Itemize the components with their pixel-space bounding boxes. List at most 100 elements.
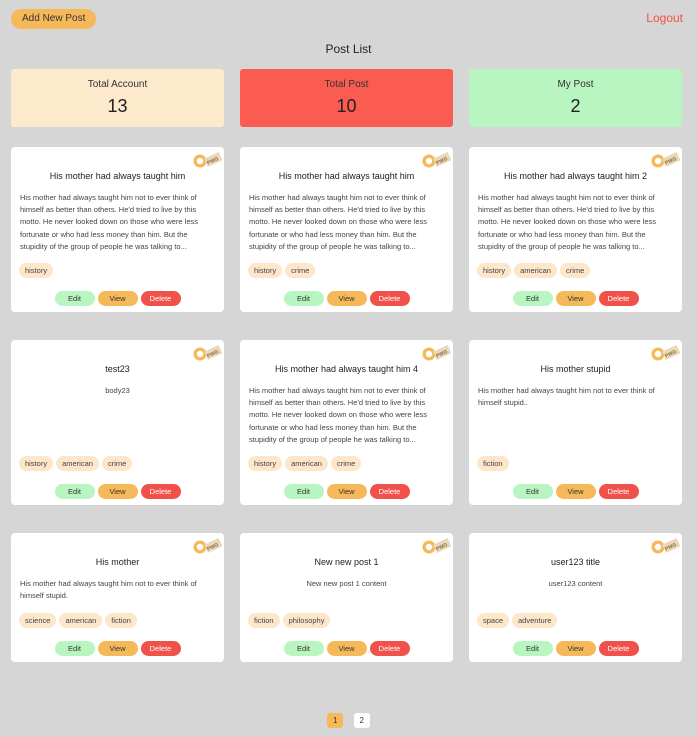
post-card: PWG user123 title user123 content space adve… xyxy=(469,533,682,662)
edit-button[interactable]: Edit xyxy=(512,291,553,306)
edit-button[interactable]: Edit xyxy=(283,641,324,656)
post-card: PWG His mother stupid His mother had alway… xyxy=(469,340,682,505)
view-button[interactable]: View xyxy=(97,484,138,499)
delete-button[interactable]: Delete xyxy=(598,641,639,656)
tag-list: science american fiction xyxy=(19,610,140,628)
view-button[interactable]: View xyxy=(326,291,367,306)
edit-button[interactable]: Edit xyxy=(512,641,553,656)
edit-button[interactable]: Edit xyxy=(54,484,95,499)
tag-chip[interactable]: american xyxy=(56,456,99,471)
tag-chip[interactable]: fiction xyxy=(105,613,137,628)
edit-button[interactable]: Edit xyxy=(54,291,95,306)
post-body: His mother had always taught him not to … xyxy=(249,386,428,444)
tag-chip[interactable]: history xyxy=(248,263,283,278)
page-button-2[interactable]: 2 xyxy=(353,713,370,728)
edit-button[interactable]: Edit xyxy=(512,484,553,499)
delete-button[interactable]: Delete xyxy=(140,641,181,656)
post-title: His mother stupid xyxy=(540,364,611,374)
post-title: His mother xyxy=(95,557,140,567)
tag-chip[interactable]: american xyxy=(285,456,328,471)
view-button[interactable]: View xyxy=(555,484,596,499)
post-body: His mother had always taught him not to … xyxy=(478,386,655,408)
post-actions: Edit View Delete xyxy=(11,481,224,499)
edit-button[interactable]: Edit xyxy=(283,291,324,306)
delete-button[interactable]: Delete xyxy=(140,291,181,306)
stat-value: 13 xyxy=(107,96,128,116)
view-button[interactable]: View xyxy=(97,641,138,656)
tag-list: fiction philosophy xyxy=(248,610,333,628)
view-button[interactable]: View xyxy=(326,641,367,656)
tag-chip[interactable]: fiction xyxy=(248,613,280,628)
tag-list: history american crime xyxy=(248,453,364,471)
stat-label: My Post xyxy=(557,79,594,90)
delete-button[interactable]: Delete xyxy=(369,484,410,499)
pwg-logo-icon: PWG xyxy=(651,151,680,168)
tag-chip[interactable]: fiction xyxy=(477,456,509,471)
post-card: PWG His mother had always taught him 2 His… xyxy=(469,147,682,312)
tag-chip[interactable]: crime xyxy=(559,263,591,278)
tag-chip[interactable]: history xyxy=(19,263,54,278)
post-actions: Edit View Delete xyxy=(11,288,224,306)
post-card: PWG His mother had always taught him 4 His… xyxy=(240,340,453,505)
stat-total-post: Total Post 10 xyxy=(240,69,453,127)
tag-chip[interactable]: space xyxy=(477,613,510,628)
tag-chip[interactable]: american xyxy=(514,263,557,278)
view-button[interactable]: View xyxy=(555,641,596,656)
post-title: His mother had always taught him 2 xyxy=(503,171,648,181)
post-title: New new post 1 xyxy=(314,557,379,567)
view-button[interactable]: View xyxy=(326,484,367,499)
pagination: 1 2 xyxy=(0,710,697,728)
post-body: user123 content xyxy=(548,579,603,588)
page-title: Post List xyxy=(325,42,372,56)
post-actions: Edit View Delete xyxy=(240,638,453,656)
post-title: user123 title xyxy=(550,557,601,567)
tag-chip[interactable]: crime xyxy=(285,263,316,278)
tag-list: space adventure xyxy=(477,610,560,628)
top-bar: Add New Post Logout xyxy=(11,9,683,31)
tag-chip[interactable]: adventure xyxy=(512,613,558,628)
post-title: His mother had always taught him 4 xyxy=(274,364,419,374)
tag-chip[interactable]: philosophy xyxy=(282,613,331,628)
edit-button[interactable]: Edit xyxy=(54,641,95,656)
pwg-logo-icon: PWG xyxy=(422,151,451,168)
pwg-logo-icon: PWG xyxy=(422,537,451,554)
tag-chip[interactable]: crime xyxy=(101,456,133,471)
post-title: His mother had always taught him xyxy=(49,171,186,181)
add-new-post-button[interactable]: Add New Post xyxy=(11,9,97,29)
delete-button[interactable]: Delete xyxy=(598,291,639,306)
logout-link[interactable]: Logout xyxy=(646,11,683,25)
pwg-logo-icon: PWG xyxy=(193,537,222,554)
post-title: His mother had always taught him xyxy=(278,171,415,181)
tag-chip[interactable]: history xyxy=(477,263,512,278)
stat-label: Total Account xyxy=(87,79,148,90)
tag-chip[interactable]: crime xyxy=(330,456,362,471)
post-actions: Edit View Delete xyxy=(240,288,453,306)
pwg-logo-icon: PWG xyxy=(422,344,451,361)
post-body: New new post 1 content xyxy=(306,579,387,588)
view-button[interactable]: View xyxy=(555,291,596,306)
stat-label: Total Post xyxy=(324,79,369,90)
delete-button[interactable]: Delete xyxy=(140,484,181,499)
delete-button[interactable]: Delete xyxy=(369,641,410,656)
post-body: His mother had always taught him not to … xyxy=(20,193,199,251)
delete-button[interactable]: Delete xyxy=(369,291,410,306)
stat-my-post: My Post 2 xyxy=(469,69,682,127)
tag-list: history american crime xyxy=(19,453,135,471)
delete-button[interactable]: Delete xyxy=(598,484,639,499)
page-button-1[interactable]: 1 xyxy=(327,713,344,728)
tag-chip[interactable]: science xyxy=(19,613,57,628)
tag-chip[interactable]: history xyxy=(19,456,54,471)
post-title: test23 xyxy=(105,364,130,374)
edit-button[interactable]: Edit xyxy=(283,484,324,499)
stat-value: 2 xyxy=(570,96,581,116)
pwg-logo-icon: PWG xyxy=(651,344,680,361)
tag-chip[interactable]: american xyxy=(59,613,103,628)
stat-value: 10 xyxy=(336,96,357,116)
post-card: PWG His mother His mother had always taugh… xyxy=(11,533,224,662)
tag-chip[interactable]: history xyxy=(248,456,283,471)
post-card: PWG test23 body23 history american crime Edit V… xyxy=(11,340,224,505)
tag-list: fiction xyxy=(477,453,512,471)
view-button[interactable]: View xyxy=(97,291,138,306)
post-body: His mother had always taught him not to … xyxy=(478,193,657,251)
tag-list: history xyxy=(19,260,56,278)
